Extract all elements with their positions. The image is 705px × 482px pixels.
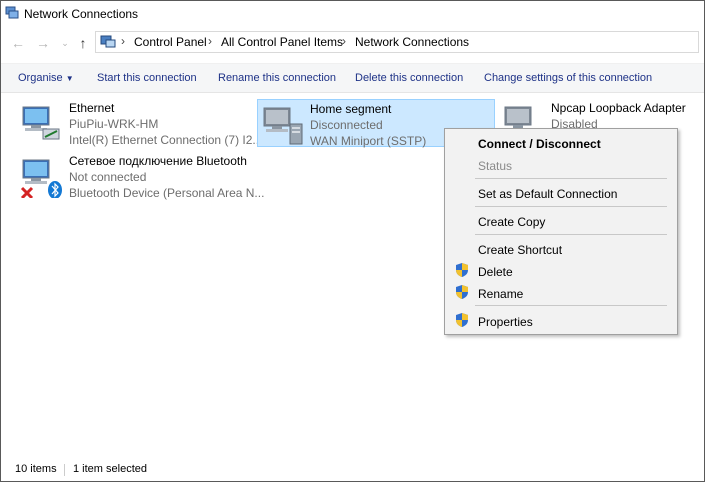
breadcrumb-control-panel[interactable]: Control Panel: [134, 35, 207, 49]
item-count: 10 items: [15, 463, 57, 475]
connection-device: Bluetooth Device (Personal Area N...: [69, 186, 265, 200]
breadcrumb-chevron-icon[interactable]: ›: [342, 34, 346, 48]
connection-device: WAN Miniport (SSTP): [310, 134, 427, 148]
address-bar[interactable]: › Control Panel › All Control Panel Item…: [95, 31, 699, 53]
window-title: Network Connections: [24, 7, 139, 21]
network-connections-window: Network Connections ← → ⌄ ↑ › Control Pa…: [0, 0, 705, 482]
menu-item-create-shortcut[interactable]: Create Shortcut: [478, 243, 562, 257]
menu-separator: [475, 234, 667, 235]
dropdown-arrow-icon: ▼: [65, 74, 74, 83]
status-bar: 10 items 1 item selected: [1, 461, 704, 481]
menu-item-rename[interactable]: Rename: [478, 287, 523, 301]
organise-label: Organise: [18, 72, 63, 84]
network-connections-icon: [5, 6, 19, 19]
menu-item-status: Status: [478, 159, 513, 173]
status-divider: [64, 464, 65, 476]
connection-name: Npcap Loopback Adapter: [551, 101, 686, 115]
uac-shield-icon: [456, 285, 468, 299]
connection-device: Intel(R) Ethernet Connection (7) I2...: [69, 133, 263, 147]
forward-arrow-icon[interactable]: →: [36, 35, 50, 51]
back-arrow-icon[interactable]: ←: [11, 35, 25, 51]
vpn-adapter-icon: [263, 107, 303, 145]
change-settings-button[interactable]: Change settings of this connection: [484, 72, 652, 84]
context-menu: Connect / Disconnect Status Set as Defau…: [444, 128, 678, 335]
ethernet-adapter-icon: [22, 106, 60, 140]
rename-connection-button[interactable]: Rename this connection: [218, 72, 336, 84]
connection-status: Disconnected: [310, 118, 383, 132]
menu-separator: [475, 305, 667, 306]
menu-item-properties[interactable]: Properties: [478, 315, 533, 329]
delete-connection-button[interactable]: Delete this connection: [355, 72, 463, 84]
command-bar: Organise ▼ Start this connection Rename …: [1, 63, 704, 93]
connection-status: Not connected: [69, 170, 147, 184]
recent-locations-chevron-icon[interactable]: ⌄: [58, 35, 72, 51]
start-connection-button[interactable]: Start this connection: [97, 72, 197, 84]
connection-name: Ethernet: [69, 101, 115, 115]
menu-item-create-copy[interactable]: Create Copy: [478, 215, 545, 229]
menu-item-delete[interactable]: Delete: [478, 265, 513, 279]
connection-item-bluetooth[interactable]: Сетевое подключение Bluetooth Not connec…: [17, 152, 264, 200]
menu-separator: [475, 178, 667, 179]
navigation-bar: ← → ⌄ ↑ › Control Panel › All Control Pa…: [1, 29, 704, 57]
selection-count: 1 item selected: [73, 463, 147, 475]
connection-name: Сетевое подключение Bluetooth: [69, 154, 247, 168]
menu-separator: [475, 206, 667, 207]
breadcrumb-chevron-icon: ›: [121, 34, 125, 48]
connection-name: Home segment: [310, 102, 392, 116]
breadcrumb-network-connections[interactable]: Network Connections: [355, 35, 469, 49]
bluetooth-adapter-icon: [20, 159, 62, 198]
control-panel-icon: [100, 35, 116, 48]
organise-button[interactable]: Organise ▼: [18, 72, 74, 84]
menu-item-connect-disconnect[interactable]: Connect / Disconnect: [478, 137, 601, 151]
connection-item-ethernet[interactable]: Ethernet PiuPiu-WRK-HM Intel(R) Ethernet…: [17, 99, 262, 147]
breadcrumb-all-items[interactable]: All Control Panel Items: [221, 35, 343, 49]
uac-shield-icon: [456, 263, 468, 277]
breadcrumb-chevron-icon[interactable]: ›: [208, 34, 212, 48]
uac-shield-icon: [456, 313, 468, 327]
up-arrow-icon[interactable]: ↑: [76, 35, 90, 51]
connection-status: PiuPiu-WRK-HM: [69, 117, 159, 131]
menu-item-set-default[interactable]: Set as Default Connection: [478, 187, 617, 201]
title-bar: Network Connections: [1, 1, 704, 27]
